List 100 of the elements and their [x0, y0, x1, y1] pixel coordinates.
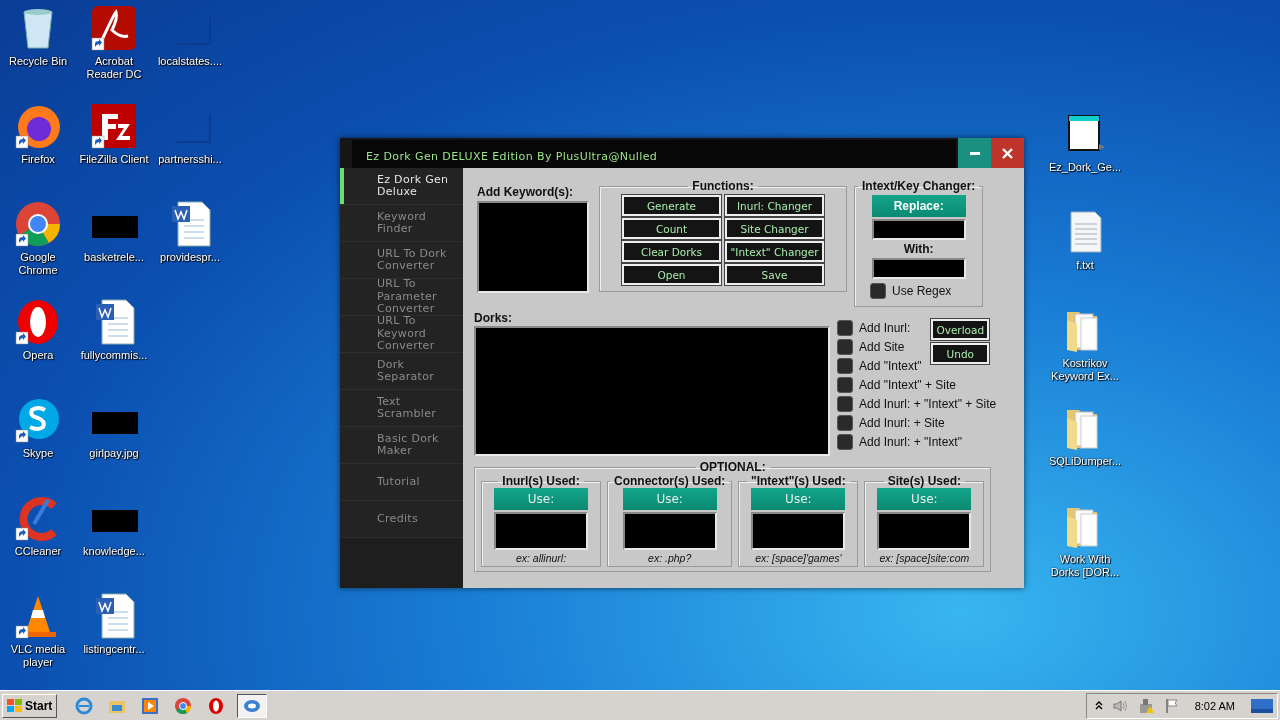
icon-label: Kostrikov Keyword Ex...: [1050, 357, 1120, 383]
hint-text: ex: [space]'games': [755, 552, 842, 564]
with-label: With:: [903, 242, 934, 256]
sidebar-item[interactable]: URL To Keyword Converter: [340, 316, 463, 353]
checkbox[interactable]: [837, 433, 853, 450]
icon-label: Recycle Bin: [8, 55, 68, 68]
checkbox[interactable]: [837, 395, 853, 412]
sidebar-item[interactable]: Text Scrambler: [340, 390, 463, 427]
keywords-field[interactable]: [477, 201, 589, 293]
icon-label: Skype: [22, 447, 54, 460]
windows-logo-icon: [7, 698, 23, 713]
checkbox[interactable]: [837, 376, 853, 393]
icon-label: listingcentr...: [83, 643, 145, 656]
function-button[interactable]: Open: [622, 264, 721, 285]
filezilla-icon[interactable]: [90, 102, 138, 150]
action-button[interactable]: Undo: [931, 343, 990, 364]
function-button[interactable]: Clear Dorks: [622, 241, 721, 262]
icon-label: SQLiDumper...: [1048, 455, 1122, 468]
group-title: Site(s) Used:: [886, 474, 962, 488]
hint-text: ex: .php?: [648, 552, 692, 564]
close-button[interactable]: [991, 138, 1024, 168]
icon-label: providespr...: [160, 251, 220, 264]
icon-label: localstates....: [157, 55, 223, 68]
taskbar-button[interactable]: [237, 693, 268, 718]
icon-label: girlpay.jpg: [89, 447, 139, 460]
replace-field[interactable]: [871, 219, 966, 240]
checkbox-label: Add Inurl:: [859, 320, 911, 335]
function-button[interactable]: Count: [622, 218, 721, 239]
group-title: OPTIONAL:: [698, 460, 767, 474]
sidebar-item[interactable]: Keyword Finder: [340, 205, 463, 242]
sidebar-item[interactable]: Ez Dork Gen Deluxe: [340, 168, 463, 205]
chrome-icon[interactable]: [14, 200, 62, 248]
minimize-button[interactable]: [958, 138, 991, 168]
icon-label: Ez_Dork_Ge...: [1048, 161, 1122, 174]
pdf-icon[interactable]: [90, 4, 138, 52]
flag-icon[interactable]: [1164, 697, 1179, 714]
start-button[interactable]: Start: [2, 693, 58, 718]
option-field[interactable]: [622, 512, 717, 550]
function-button[interactable]: Save: [725, 264, 824, 285]
icon-label: Firefox: [21, 153, 55, 166]
checkbox-label: Add "Intext" + Site: [859, 377, 956, 392]
play-icon[interactable]: [141, 696, 160, 715]
icon-label: Acrobat Reader DC: [85, 55, 143, 81]
option-field[interactable]: [877, 512, 972, 550]
group-title: Inurl(s) Used:: [501, 474, 581, 488]
checkbox[interactable]: [837, 338, 853, 355]
opera-icon[interactable]: [207, 696, 226, 715]
checkbox-label: Add "Intext": [859, 358, 922, 373]
use-button[interactable]: Use:: [494, 488, 588, 510]
checkbox-label: Add Inurl: + "Intext" + Site: [859, 396, 997, 411]
sidebar-item[interactable]: Tutorial: [340, 464, 463, 501]
minimize-icon: [969, 151, 980, 155]
network-warning-icon[interactable]: [1138, 697, 1155, 714]
icon-label: CCleaner: [14, 545, 62, 558]
icon-label: fullycommis...: [80, 349, 148, 362]
icon-label: VLC media player: [9, 643, 67, 669]
icon-label: f.txt: [1076, 259, 1094, 272]
clock[interactable]: 8:02 AM: [1194, 699, 1235, 712]
function-button[interactable]: Inurl: Changer: [725, 195, 824, 216]
keywords-label: Add Keyword(s):: [477, 185, 574, 199]
use-button[interactable]: Use:: [877, 488, 972, 510]
sidebar-item[interactable]: URL To Dork Converter: [340, 242, 463, 279]
use-button[interactable]: Use:: [751, 488, 846, 510]
checkbox[interactable]: [837, 357, 853, 374]
checkbox-label: Add Site: [859, 339, 905, 354]
chevron-up-icon[interactable]: [1094, 701, 1103, 710]
app-icon: [243, 697, 262, 714]
sidebar-item[interactable]: Credits: [340, 501, 463, 538]
checkbox[interactable]: [837, 319, 853, 336]
dorks-field[interactable]: [474, 326, 830, 456]
option-field[interactable]: [751, 512, 846, 550]
use-button[interactable]: Use:: [622, 488, 717, 510]
skype-icon[interactable]: [14, 396, 62, 444]
checkbox-label: Add Inurl: + Site: [859, 415, 945, 430]
dorks-label: Dorks:: [474, 311, 513, 325]
option-field[interactable]: [494, 512, 588, 550]
window-title: Ez Dork Gen DELUXE Edition By PlusUltra@Nulled: [352, 140, 956, 168]
icon-label: FileZilla Client: [79, 153, 149, 166]
function-button[interactable]: Generate: [622, 195, 721, 216]
hint-text: ex: allinurl:: [515, 552, 567, 564]
group-title: "Intext"(s) Used:: [749, 474, 847, 488]
icon-label: knowledge...: [83, 545, 145, 558]
group-title: Functions:: [691, 179, 755, 193]
with-field[interactable]: [871, 258, 966, 279]
icon-label: Work With Dorks [DOR...: [1049, 553, 1121, 579]
sidebar-item[interactable]: URL To Parameter Converter: [340, 279, 463, 316]
checkbox-label: Use Regex: [892, 283, 952, 298]
hint-text: ex: [space]site:com: [879, 552, 970, 564]
icon-label: Google Chrome: [17, 251, 59, 277]
sidebar-item[interactable]: Dork Separator: [340, 353, 463, 390]
action-button[interactable]: Overload: [931, 319, 990, 340]
checkbox[interactable]: [870, 282, 886, 299]
show-desktop-icon[interactable]: [1251, 698, 1273, 713]
function-button[interactable]: "Intext" Changer: [725, 241, 824, 262]
replace-button[interactable]: Replace:: [871, 195, 966, 217]
function-button[interactable]: Site Changer: [725, 218, 824, 239]
sidebar-item[interactable]: Basic Dork Maker: [340, 427, 463, 464]
icon-label: basketrele...: [84, 251, 144, 264]
close-icon: [1002, 147, 1013, 159]
checkbox[interactable]: [837, 414, 853, 431]
